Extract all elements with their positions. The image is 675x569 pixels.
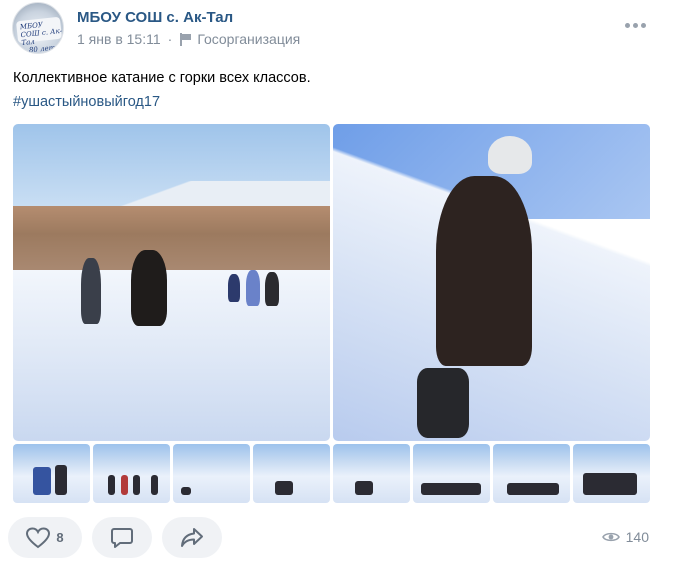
meta-separator: · <box>167 31 173 47</box>
post-hashtag[interactable]: #ушастыйновыйгод17 <box>13 90 311 114</box>
photo-snow <box>13 269 330 441</box>
post-body-text: Коллективное катание с горки всех классо… <box>13 70 311 86</box>
like-button[interactable]: 8 <box>8 517 82 558</box>
avatar-logo-text: МБОУ СОШ с. Ак-Тал 80 лет <box>19 20 63 54</box>
photo-thumb-7[interactable] <box>493 444 570 503</box>
share-button[interactable] <box>162 517 222 558</box>
author-type: Госорганизация <box>197 31 301 47</box>
thumb-figure <box>583 473 637 495</box>
photo-thumb-8[interactable] <box>573 444 650 503</box>
photo-thumb-5[interactable] <box>333 444 410 503</box>
photo-thumb-3[interactable] <box>173 444 250 503</box>
photo-person <box>131 250 167 326</box>
more-icon[interactable] <box>625 19 647 31</box>
thumb-figure <box>121 475 128 495</box>
thumb-figure <box>133 475 140 495</box>
photo-thumbnails <box>13 444 650 503</box>
photo-thumb-4[interactable] <box>253 444 330 503</box>
comment-button[interactable] <box>92 517 152 558</box>
photo-1[interactable] <box>13 124 330 441</box>
like-count: 8 <box>56 530 64 545</box>
post-date[interactable]: 1 янв в 15:11 <box>77 31 161 47</box>
thumb-figure <box>507 483 559 495</box>
author-name[interactable]: МБОУ СОШ с. Ак-Тал <box>77 9 233 26</box>
thumb-figure <box>151 475 158 495</box>
photo-person-hat <box>488 136 532 174</box>
photo-2[interactable] <box>333 124 650 441</box>
photo-person <box>81 258 101 324</box>
share-icon <box>181 527 203 547</box>
views-counter: 140 <box>601 529 649 545</box>
wall-post: МБОУ СОШ с. Ак-Тал 80 лет МБОУ СОШ с. Ак… <box>0 0 675 569</box>
photo-person-jacket <box>436 176 532 366</box>
photo-thumb-2[interactable] <box>93 444 170 503</box>
views-count: 140 <box>625 529 649 545</box>
author-avatar[interactable]: МБОУ СОШ с. Ак-Тал 80 лет <box>12 2 64 54</box>
photo-person <box>265 272 279 306</box>
thumb-figure <box>55 465 67 495</box>
thumb-figure <box>355 481 373 495</box>
post-actions: 8 140 <box>0 517 675 561</box>
heart-icon <box>26 526 51 548</box>
photo-person-boots <box>417 368 469 438</box>
thumb-figure <box>181 487 191 495</box>
thumb-figure <box>33 467 51 495</box>
post-meta: 1 янв в 15:11 · Госорганизация <box>77 31 300 47</box>
comment-icon <box>111 527 133 548</box>
photo-person <box>228 274 240 302</box>
photo-valley <box>13 206 330 277</box>
photo-thumb-1[interactable] <box>13 444 90 503</box>
thumb-figure <box>108 475 115 495</box>
photo-person <box>246 270 260 306</box>
thumb-figure <box>275 481 293 495</box>
post-text: Коллективное катание с горки всех классо… <box>13 66 311 114</box>
thumb-figure <box>421 483 481 495</box>
flag-icon <box>179 32 192 46</box>
eye-icon <box>601 532 620 542</box>
photo-thumb-6[interactable] <box>413 444 490 503</box>
